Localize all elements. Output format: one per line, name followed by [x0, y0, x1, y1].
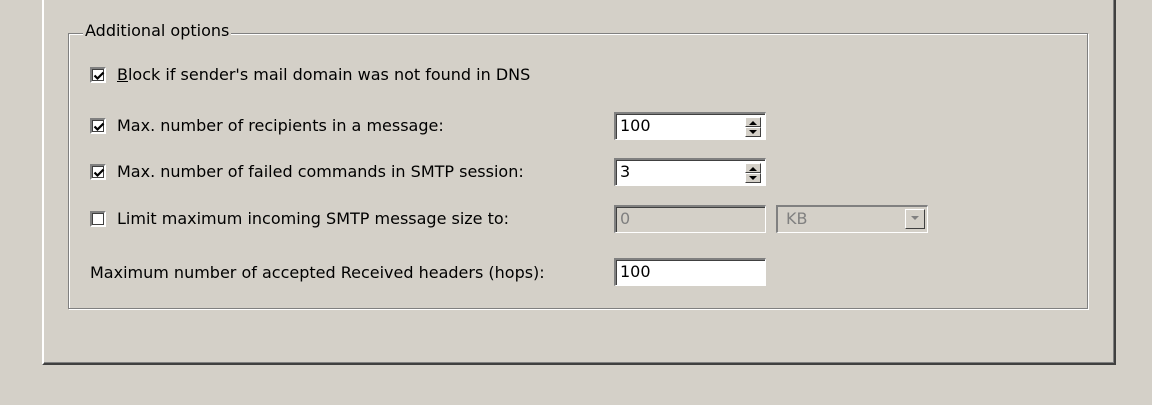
limit-message-size-checkbox[interactable] [90, 211, 106, 227]
option-max-hops: Maximum number of accepted Received head… [90, 260, 545, 286]
spin-down-button[interactable] [745, 173, 761, 183]
max-failed-commands-label[interactable]: Max. number of failed commands in SMTP s… [117, 161, 524, 183]
option-max-recipients[interactable]: Max. number of recipients in a message: [90, 113, 444, 139]
message-size-unit-select: KB [776, 205, 928, 233]
limit-message-size-label[interactable]: Limit maximum incoming SMTP message size… [117, 208, 509, 230]
max-failed-commands-input[interactable]: 3 [614, 158, 766, 186]
spin-up-button[interactable] [745, 163, 761, 173]
message-size-input: 0 [614, 205, 766, 233]
unit-dropdown-button [905, 209, 925, 229]
option-max-failed-commands[interactable]: Max. number of failed commands in SMTP s… [90, 159, 524, 185]
dropdown-arrow-icon [911, 216, 919, 220]
max-recipients-input[interactable]: 100 [614, 112, 766, 140]
max-failed-commands-value: 3 [620, 162, 631, 181]
spin-up-arrow-icon [749, 167, 757, 171]
spin-down-button[interactable] [745, 127, 761, 137]
checkmark-icon [93, 71, 105, 81]
max-hops-label: Maximum number of accepted Received head… [90, 263, 545, 282]
checkmark-icon [93, 122, 105, 132]
spin-up-arrow-icon [749, 121, 757, 125]
message-size-value: 0 [620, 209, 631, 228]
checkmark-icon [93, 168, 105, 178]
option-block-unknown-domain[interactable]: Block if sender's mail domain was not fo… [90, 62, 530, 88]
mnemonic-char: B [117, 65, 128, 84]
spin-down-arrow-icon [749, 176, 757, 180]
message-size-unit-value: KB [786, 209, 808, 228]
max-recipients-label[interactable]: Max. number of recipients in a message: [117, 115, 444, 137]
max-hops-value: 100 [620, 262, 651, 281]
group-title: Additional options [83, 20, 232, 42]
label-text: lock if sender's mail domain was not fou… [127, 65, 531, 84]
max-hops-input[interactable]: 100 [614, 258, 766, 286]
max-failed-commands-spinner[interactable] [745, 163, 761, 183]
spin-up-button[interactable] [745, 117, 761, 127]
block-unknown-domain-checkbox[interactable] [90, 67, 106, 83]
option-limit-message-size[interactable]: Limit maximum incoming SMTP message size… [90, 206, 509, 232]
max-failed-commands-checkbox[interactable] [90, 164, 106, 180]
block-unknown-domain-label[interactable]: Block if sender's mail domain was not fo… [117, 64, 530, 86]
max-recipients-checkbox[interactable] [90, 118, 106, 134]
max-recipients-spinner[interactable] [745, 117, 761, 137]
max-recipients-value: 100 [620, 116, 651, 135]
spin-down-arrow-icon [749, 130, 757, 134]
